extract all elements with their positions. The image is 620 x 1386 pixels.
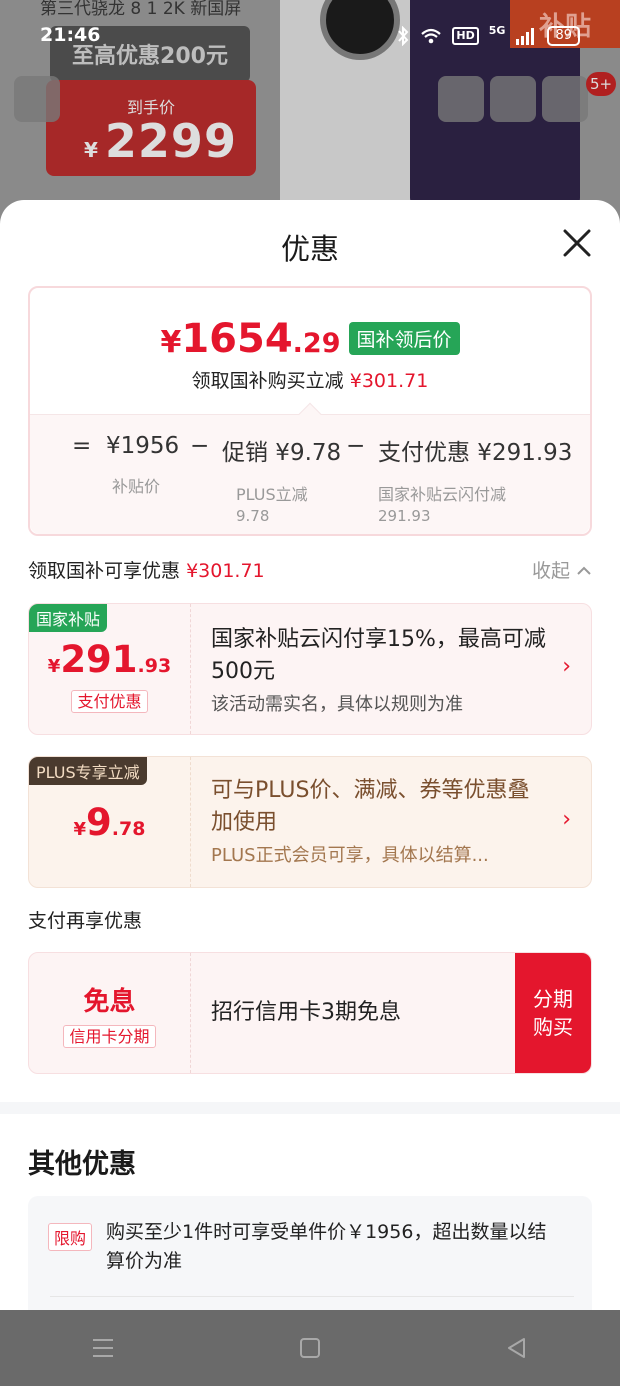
price-value: ¥2299	[84, 114, 237, 168]
final-price: ¥ 1654 .29 国补领后价	[30, 316, 590, 362]
close-icon	[563, 229, 591, 257]
wifi-icon	[421, 28, 442, 44]
coupon-type-chip: 支付优惠	[29, 688, 190, 713]
divider	[50, 1296, 574, 1297]
breakdown-base: ¥1956 补贴价	[106, 433, 180, 496]
coupon-amount: ¥291.93	[47, 638, 172, 681]
hd-icon: HD	[452, 27, 479, 45]
price-summary-card: ¥ 1654 .29 国补领后价 领取国补购买立减 ¥301.71 = ¥195…	[28, 286, 592, 536]
share-button[interactable]	[490, 76, 536, 122]
coupon-desc: 该活动需实名，具体以规则为准	[211, 694, 463, 715]
battery-icon: 89	[547, 26, 580, 46]
signal-icon	[516, 28, 535, 45]
coupon-amount: ¥9.78	[73, 801, 146, 844]
chevron-right-icon: ›	[562, 654, 571, 679]
cart-count-badge: 5+	[586, 72, 617, 96]
status-time: 21:46	[40, 24, 101, 46]
coupon-tag: PLUS专享立减	[29, 757, 147, 785]
home-square-icon	[299, 1338, 320, 1358]
more-button[interactable]	[542, 76, 588, 122]
nav-home-button[interactable]	[280, 1318, 340, 1378]
breakdown-promo: 促销 ¥9.78 PLUS立减 9.78	[222, 440, 342, 525]
network-icon: 5G	[488, 23, 506, 37]
other-offer-text: 购买至少1件时可享受单件价￥1956，超出数量以结算价为准	[106, 1221, 547, 1272]
system-nav-bar	[0, 1310, 620, 1386]
chevron-up-icon	[577, 566, 591, 575]
price-card: 到手价 ¥2299	[46, 80, 256, 176]
back-button[interactable]	[14, 76, 60, 122]
installment-text: 招行信用卡3期免息	[211, 1000, 401, 1025]
status-icons: HD 5G 89	[396, 23, 580, 46]
plus-discount-coupon[interactable]: PLUS专享立减 ¥9.78 可与PLUS价、满减、券等优惠叠加使用 PLUS正…	[28, 756, 592, 888]
installment-chip: 信用卡分期	[29, 1023, 190, 1048]
collapse-button[interactable]: 收起	[532, 556, 592, 583]
other-offers-title: 其他优惠	[28, 1149, 136, 1180]
back-triangle-icon	[507, 1338, 525, 1358]
section-heading-subsidy: 领取国补可享优惠 ¥301.71	[28, 560, 265, 582]
coupon-desc: PLUS正式会员可享，具体以结算...	[211, 845, 489, 866]
gov-subsidy-price-tag: 国补领后价	[348, 322, 460, 355]
minus-sign: −	[190, 433, 210, 459]
price-breakdown: = ¥1956 补贴价 − 促销 ¥9.78 PLUS立减 9.78 − 支付优…	[30, 402, 590, 534]
minus-sign: −	[346, 433, 366, 459]
chevron-right-icon: ›	[562, 807, 571, 832]
discount-sheet: 优惠 ¥ 1654 .29 国补领后价 领取国补购买立减 ¥301.71 = ¥…	[0, 200, 620, 1310]
subsidy-saving-line: 领取国补购买立减 ¥301.71	[191, 370, 429, 392]
bluetooth-icon	[398, 26, 409, 46]
coupon-title: 国家补贴云闪付享15%，最高可减500元	[211, 627, 546, 684]
section-divider	[0, 1102, 620, 1114]
status-bar: 21:46 HD 5G 89	[0, 0, 620, 70]
nav-back-button[interactable]	[487, 1318, 547, 1378]
nav-menu-button[interactable]	[73, 1318, 133, 1378]
equals-sign: =	[72, 433, 92, 459]
close-button[interactable]	[560, 226, 594, 260]
limit-tag: 限购	[48, 1223, 93, 1251]
other-offer-card: 限购 购买至少1件时可享受单件价￥1956，超出数量以结算价为准	[28, 1196, 592, 1310]
coupon-tag: 国家补贴	[29, 604, 108, 632]
favorite-button[interactable]	[438, 76, 484, 122]
coupon-title: 可与PLUS价、满减、券等优惠叠加使用	[211, 778, 530, 835]
section-heading-payment: 支付再享优惠	[28, 910, 143, 932]
installment-buy-button[interactable]: 分期购买	[515, 953, 591, 1073]
sheet-title: 优惠	[280, 232, 339, 266]
breakdown-payment: 支付优惠 ¥291.93 国家补贴云闪付减 291.93	[378, 440, 573, 525]
installment-offer-card[interactable]: 免息 信用卡分期 招行信用卡3期免息 分期购买	[28, 952, 592, 1074]
installment-title: 免息	[83, 987, 136, 1017]
gov-subsidy-coupon[interactable]: 国家补贴 ¥291.93 支付优惠 国家补贴云闪付享15%，最高可减500元 该…	[28, 603, 592, 735]
menu-icon	[93, 1339, 114, 1357]
